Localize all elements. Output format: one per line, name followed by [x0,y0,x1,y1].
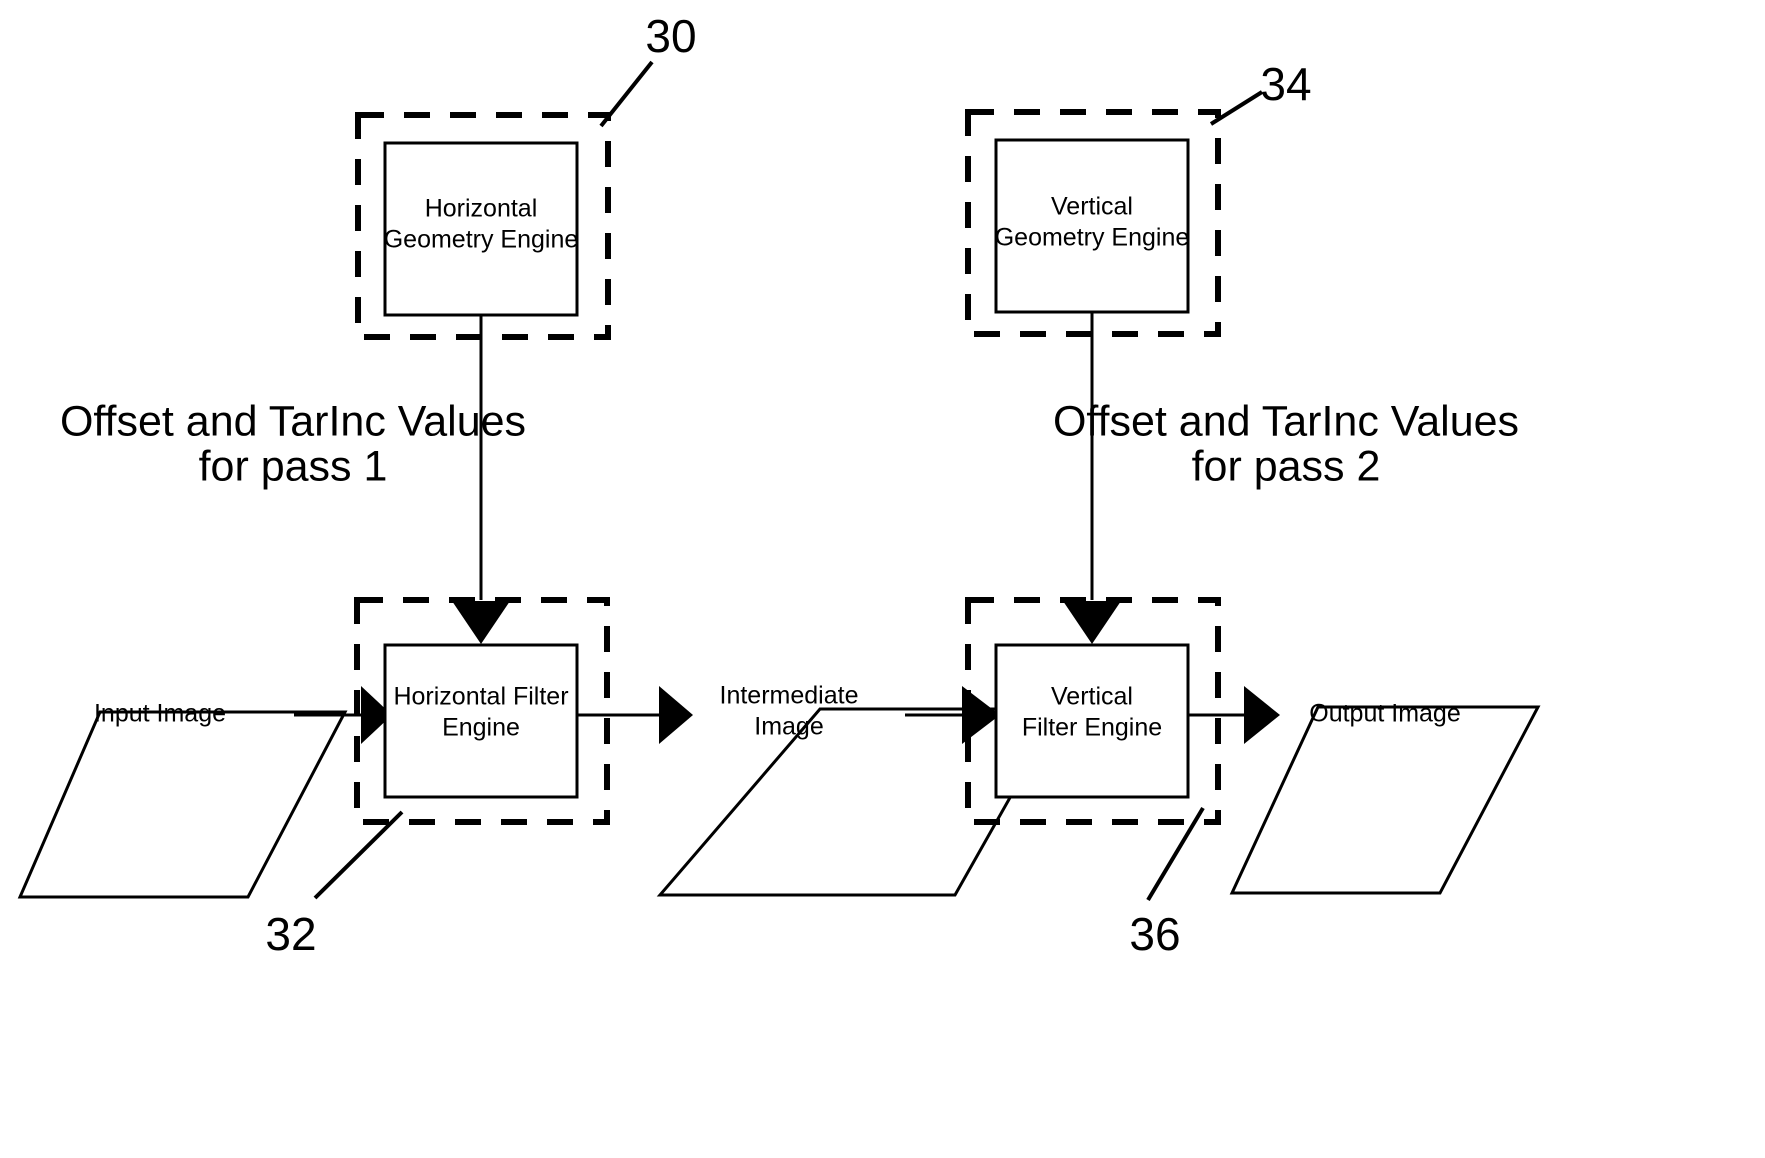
reference-numeral-34: 34 [1260,58,1311,110]
box-vertical-filter-engine-label-line2: Filter Engine [1022,714,1162,742]
parallelogram-intermediate-image-label-line1: Intermediate [720,682,859,710]
patent-figure-diagram: Horizontal Geometry Engine 30 Vertical G… [0,0,1765,1158]
group-horizontal-filter: Horizontal Filter Engine 32 [265,597,610,960]
arrow-head-right-output [1244,686,1280,744]
parallelogram-intermediate-image-label-line2: Image [754,713,823,741]
annotation-pass2-line1: Offset and TarInc Values [1053,397,1519,445]
box-vertical-geometry-engine-label-line1: Vertical [1051,193,1133,221]
box-vertical-filter-engine-label-line1: Vertical [1051,683,1133,711]
box-horizontal-filter-engine-label-line2: Engine [442,714,520,742]
box-horizontal-filter-engine-label-line1: Horizontal Filter [393,683,568,711]
parallelogram-output-image-label-line1: Output Image [1309,700,1460,728]
parallelogram-shape-output-image [1229,705,1541,895]
reference-numeral-30: 30 [645,10,696,62]
arrow-head-down-pass2 [1063,601,1121,644]
arrow-head-right-intermediate [659,686,693,744]
parallelogram-output-image: Output Image [1229,700,1541,895]
parallelogram-input-image: Input Image [17,700,348,899]
leader-line-ref-30 [599,60,654,128]
reference-numeral-36: 36 [1129,908,1180,960]
leader-line-ref-32 [313,810,404,900]
connector-horizontal-geometry-to-filter [452,315,510,644]
annotation-pass1-line2: for pass 1 [199,442,388,490]
annotation-pass1: Offset and TarInc Values for pass 1 [60,397,526,490]
box-horizontal-geometry-engine-label-line2: Geometry Engine [384,226,579,254]
annotation-pass2-line2: for pass 2 [1192,442,1381,490]
group-horizontal-geometry: Horizontal Geometry Engine 30 [355,10,697,340]
group-vertical-geometry: Vertical Geometry Engine 34 [965,58,1312,337]
parallelogram-input-image-label-line1: Input Image [94,700,226,728]
annotation-pass2: Offset and TarInc Values for pass 2 [1053,397,1519,490]
leader-line-ref-34 [1209,90,1264,126]
group-vertical-filter: Vertical Filter Engine 36 [965,597,1221,960]
box-horizontal-geometry-engine-label-line1: Horizontal [425,195,538,223]
parallelogram-shape-input-image [17,710,348,899]
arrow-head-down-pass1 [452,601,510,644]
reference-numeral-32: 32 [265,908,316,960]
connector-vertical-geometry-to-filter [1063,312,1121,644]
diagram-canvas: Horizontal Geometry Engine 30 Vertical G… [17,10,1541,960]
annotation-pass1-line1: Offset and TarInc Values [60,397,526,445]
box-vertical-geometry-engine-label-line2: Geometry Engine [995,224,1190,252]
connector-vfilter-to-output [1188,686,1280,744]
connector-hfilter-to-intermediate [577,686,693,744]
